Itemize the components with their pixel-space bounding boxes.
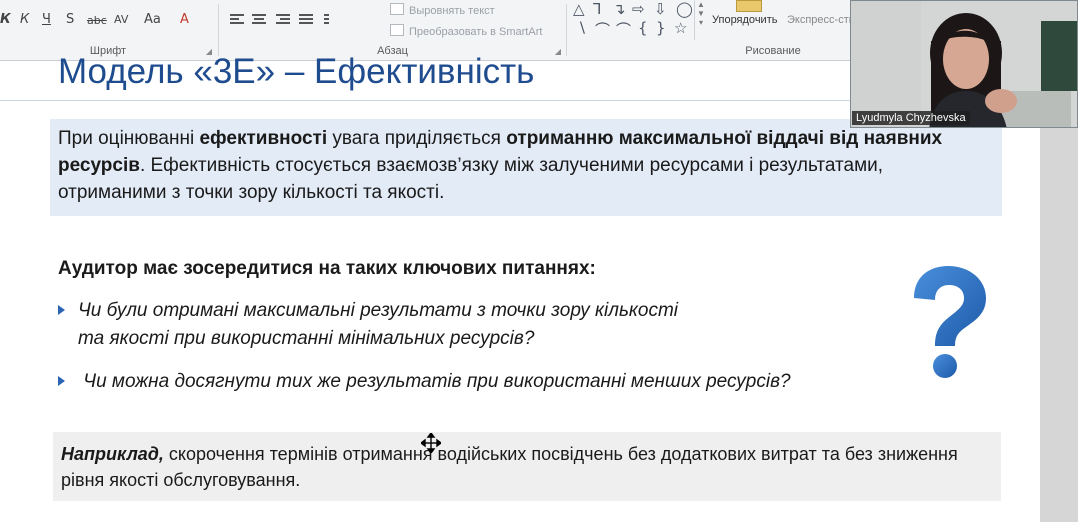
line-shape-icon[interactable]: ∖ [577, 19, 587, 37]
questions-heading: Аудитор має зосередитися на таких ключов… [58, 258, 596, 279]
question-1-line-1: Чи були отримані максимальні результати … [78, 300, 679, 321]
participant-video-feed [851, 1, 1077, 127]
font-color-button[interactable]: A [180, 12, 189, 27]
question-item: Чи були отримані максимальні результати … [58, 297, 858, 357]
example-body: скорочення термінів отримання водійських… [61, 444, 958, 490]
participant-name-label: Lyudmyla Chyzhevska [852, 111, 970, 125]
italic-button[interactable]: К [0, 12, 11, 27]
example-lead: Наприклад, [61, 444, 164, 464]
question-text: Чи були отримані максимальні результати … [78, 297, 678, 353]
shadow-button[interactable]: S [66, 12, 74, 27]
question-mark-icon [914, 266, 986, 378]
strikethrough-button[interactable]: abc [87, 14, 107, 27]
intro-part-2: увага приділяється [327, 128, 507, 149]
move-cursor-icon [421, 433, 441, 453]
group-separator [218, 4, 219, 56]
underline-button[interactable]: Ч [42, 12, 51, 27]
align-center-icon[interactable] [252, 14, 266, 27]
question-text: Чи можна досягнути тих же результатів пр… [78, 371, 791, 392]
change-case-button[interactable]: Aa [144, 12, 161, 27]
right-brace-icon[interactable]: } [656, 19, 666, 37]
align-text-button[interactable]: Выровнять текст [390, 3, 495, 17]
question-1-line-2: та якості при використанні мінімальних р… [78, 328, 535, 349]
char-spacing-button[interactable]: AV [114, 13, 128, 26]
left-brace-icon[interactable]: { [638, 19, 648, 37]
font-group: К К Ч S abc AV Aa A Шрифт ◢ [0, 0, 216, 60]
curve-shape-icon[interactable]: ⌒ [595, 19, 610, 40]
bullet-arrow-icon [58, 376, 65, 386]
intro-bold-efficiency: ефективності [199, 128, 328, 149]
example-text: Наприклад, скорочення термінів отримання… [61, 441, 991, 493]
paragraph-group: Выровнять текст Преобразовать в SmartArt… [220, 0, 565, 60]
drawing-group: △ ⅂ ↴ ⇨ ⇩ ◯ ∖ ⌒ ⌒ { } ☆ ▲ ▼ ▾ Упорядочить … [568, 0, 855, 60]
convert-smartart-button[interactable]: Преобразовать в SmartArt [390, 24, 542, 38]
intro-part-3: . Ефективність стосується взаємозв’язку … [58, 155, 884, 203]
align-right-icon[interactable] [276, 14, 290, 27]
express-styles-button[interactable]: Экспресс-сти [787, 14, 855, 26]
align-left-icon[interactable] [230, 14, 244, 27]
circle-shape-icon[interactable]: ◯ [676, 0, 693, 18]
group-separator [566, 4, 567, 56]
bullet-arrow-icon [58, 305, 65, 315]
italic-alt-button[interactable]: К [20, 12, 29, 27]
slide-scroll-gutter[interactable] [1040, 61, 1078, 522]
participant-video-tile[interactable]: Lyudmyla Chyzhevska [850, 0, 1078, 128]
arrange-button[interactable]: Упорядочить [712, 14, 777, 26]
convert-smartart-label: Преобразовать в SmartArt [409, 26, 543, 38]
align-text-label: Выровнять текст [409, 5, 495, 17]
paragraph-dialog-launcher-icon[interactable]: ◢ [555, 47, 561, 56]
down-arrow-shape-icon[interactable]: ⇩ [654, 0, 667, 18]
arrange-icon [736, 0, 762, 12]
elbow-connector-icon[interactable]: ⅂ [593, 0, 601, 18]
slide-title: Модель «3E» – Ефективність [58, 52, 535, 91]
intro-part-1: При оцінюванні [58, 128, 200, 149]
intro-text: При оцінюванні ефективності увага приділ… [58, 125, 983, 206]
triangle-shape-icon[interactable]: △ [573, 0, 585, 18]
right-arrow-shape-icon[interactable]: ⇨ [632, 0, 645, 18]
question-item: Чи можна досягнути тих же результатів пр… [58, 368, 898, 398]
arc-shape-icon[interactable]: ⌒ [616, 19, 631, 40]
shapes-scroll[interactable]: ▲ ▼ ▾ [694, 0, 707, 40]
bent-arrow-icon[interactable]: ↴ [613, 0, 626, 18]
star-shape-icon[interactable]: ☆ [674, 19, 687, 37]
align-justify-icon[interactable] [299, 14, 313, 27]
columns-icon[interactable] [324, 14, 338, 27]
